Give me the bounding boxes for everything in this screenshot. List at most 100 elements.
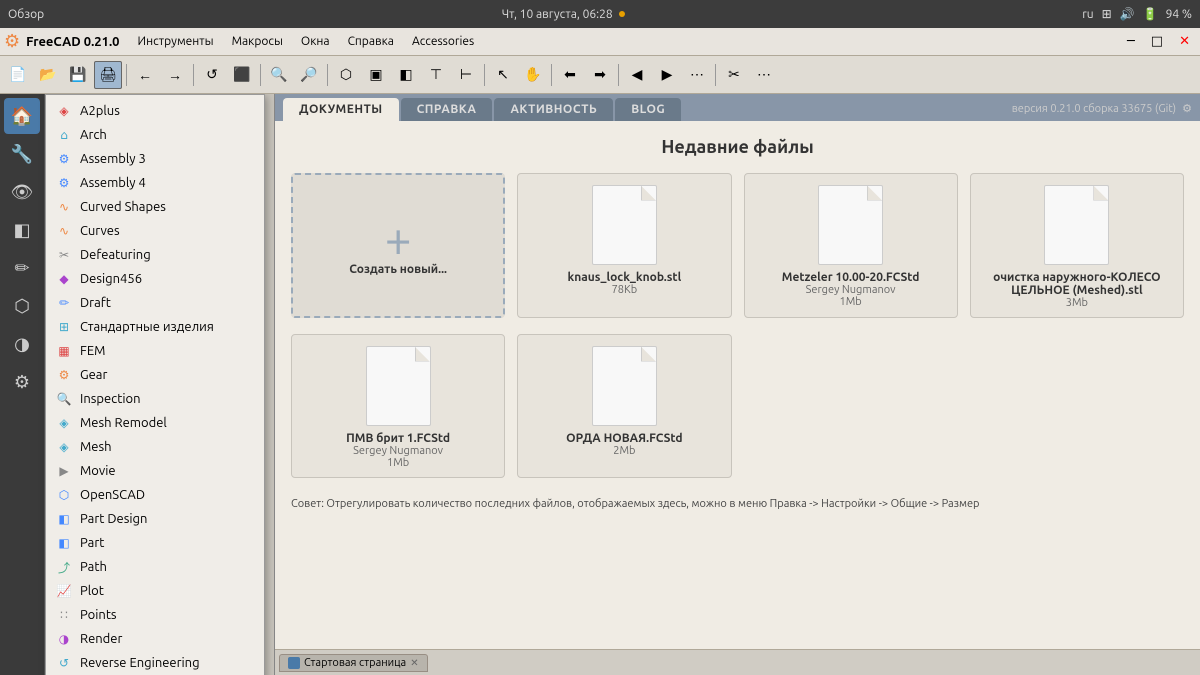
network-icon: ⊞ bbox=[1102, 7, 1112, 21]
save-btn[interactable]: 💾 bbox=[64, 61, 92, 89]
cut-btn[interactable]: ✂ bbox=[720, 61, 748, 89]
front-view-btn[interactable]: ▣ bbox=[362, 61, 390, 89]
nav-fwd-btn[interactable]: ➡ bbox=[586, 61, 614, 89]
dropdown-item-curved-shapes[interactable]: ∿ Curved Shapes bbox=[46, 195, 264, 219]
dropdown-item-part-design[interactable]: ◧ Part Design bbox=[46, 507, 264, 531]
file-meta-author-1: Sergey Nugmanov bbox=[806, 284, 896, 296]
dropdown-item-draft[interactable]: ✏ Draft bbox=[46, 291, 264, 315]
sidebar-home-icon[interactable]: 🏠 bbox=[4, 98, 40, 134]
maximize-button[interactable]: □ bbox=[1145, 32, 1169, 51]
tab-blog[interactable]: BLOG bbox=[615, 98, 681, 121]
sidebar-tools-icon[interactable]: 🔧 bbox=[4, 136, 40, 172]
open-file-btn[interactable]: 📂 bbox=[34, 61, 62, 89]
menu-macros[interactable]: Макросы bbox=[224, 33, 291, 50]
tab-documents[interactable]: ДОКУМЕНТЫ bbox=[283, 98, 399, 121]
dropdown-item-inspection[interactable]: 🔍 Inspection bbox=[46, 387, 264, 411]
file-meta-1: 1Mb bbox=[840, 296, 862, 308]
sidebar-sketch-icon[interactable]: ✏ bbox=[4, 250, 40, 286]
more-btn[interactable]: ⋯ bbox=[750, 61, 778, 89]
print-btn[interactable]: 🖨 bbox=[94, 61, 122, 89]
left-sidebar: 🏠 🔧 👁 ◧ ✏ ⬡ ◑ ⚙ bbox=[0, 94, 45, 675]
dropdown-item-assembly4[interactable]: ⚙ Assembly 4 bbox=[46, 171, 264, 195]
dropdown-item-fem[interactable]: ▦ FEM bbox=[46, 339, 264, 363]
select-btn[interactable]: ↖ bbox=[489, 61, 517, 89]
file-page-4 bbox=[592, 346, 657, 426]
separator-6 bbox=[551, 64, 552, 86]
minimize-button[interactable]: ─ bbox=[1121, 32, 1141, 51]
dropdown-item-openscad[interactable]: ⬡ OpenSCAD bbox=[46, 483, 264, 507]
dropdown-item-curves[interactable]: ∿ Curves bbox=[46, 219, 264, 243]
sidebar-settings-icon[interactable]: ⚙ bbox=[4, 364, 40, 400]
start-page-tab-close[interactable]: ✕ bbox=[410, 657, 418, 669]
tab-version: версия 0.21.0 сборка 33675 (Git) ⚙ bbox=[1012, 102, 1192, 121]
sidebar-render-icon[interactable]: ◑ bbox=[4, 326, 40, 362]
refresh-btn[interactable]: ↺ bbox=[198, 61, 226, 89]
sidebar-model-icon[interactable]: ◧ bbox=[4, 212, 40, 248]
dropdown-item-part[interactable]: ◧ Part bbox=[46, 531, 264, 555]
file-icon-4 bbox=[584, 343, 664, 428]
top-view-btn[interactable]: ⊤ bbox=[422, 61, 450, 89]
extra3-btn[interactable]: ⋯ bbox=[683, 61, 711, 89]
start-page-tab[interactable]: Стартовая страница ✕ bbox=[279, 654, 428, 672]
dropdown-item-mesh-remodel[interactable]: ◈ Mesh Remodel bbox=[46, 411, 264, 435]
dropdown-item-arch[interactable]: ⌂ Arch bbox=[46, 123, 264, 147]
menu-help[interactable]: Справка bbox=[340, 33, 402, 50]
dropdown-item-fasteners[interactable]: ⊞ Стандартные изделия bbox=[46, 315, 264, 339]
dropdown-item-render[interactable]: ◑ Render bbox=[46, 627, 264, 651]
freecad-logo-icon: ⚙ bbox=[4, 31, 20, 52]
3d-view-btn[interactable]: ⬡ bbox=[332, 61, 360, 89]
tab-activity[interactable]: АКТИВНОСТЬ bbox=[494, 98, 613, 121]
zoom-in-btn[interactable]: 🔍 bbox=[265, 61, 293, 89]
file-card-0[interactable]: knaus_lock_knob.stl 78Kb bbox=[517, 173, 731, 318]
extra2-btn[interactable]: ▶ bbox=[653, 61, 681, 89]
dropdown-item-defeaturing[interactable]: ✂ Defeaturing bbox=[46, 243, 264, 267]
dropdown-item-points[interactable]: ∷ Points bbox=[46, 603, 264, 627]
lang-label: ru bbox=[1082, 8, 1093, 21]
main-area: 🏠 🔧 👁 ◧ ✏ ⬡ ◑ ⚙ ◈ A2plus ⌂ Arch bbox=[0, 94, 1200, 675]
separator-4 bbox=[327, 64, 328, 86]
back-view-btn[interactable]: ◧ bbox=[392, 61, 420, 89]
pan-btn[interactable]: ✋ bbox=[519, 61, 547, 89]
file-card-2[interactable]: очистка наружного-КОЛЕСО ЦЕЛЬНОЕ (Meshed… bbox=[970, 173, 1184, 318]
close-button[interactable]: ✕ bbox=[1173, 32, 1196, 51]
file-icon-0 bbox=[584, 182, 664, 267]
settings-gear-icon[interactable]: ⚙ bbox=[1182, 102, 1192, 115]
file-page-3 bbox=[366, 346, 431, 426]
stop-btn[interactable]: ⬛ bbox=[228, 61, 256, 89]
redo-btn[interactable]: → bbox=[161, 61, 189, 89]
new-file-btn[interactable]: 📄 bbox=[4, 61, 32, 89]
movie-label: Movie bbox=[80, 464, 116, 478]
menu-accessories[interactable]: Accessories bbox=[404, 33, 482, 50]
movie-icon: ▶ bbox=[56, 463, 72, 479]
dropdown-item-design456[interactable]: ◆ Design456 bbox=[46, 267, 264, 291]
file-card-1[interactable]: Metzeler 10.00-20.FCStd Sergey Nugmanov … bbox=[744, 173, 958, 318]
file-meta-2: 3Mb bbox=[1066, 297, 1088, 309]
extra1-btn[interactable]: ◀ bbox=[623, 61, 651, 89]
undo-btn[interactable]: ← bbox=[131, 61, 159, 89]
sidebar-view-icon[interactable]: 👁 bbox=[4, 174, 40, 210]
zoom-out-btn[interactable]: 🔎 bbox=[295, 61, 323, 89]
menu-windows[interactable]: Окна bbox=[293, 33, 338, 50]
dropdown-item-mesh[interactable]: ◈ Mesh bbox=[46, 435, 264, 459]
fem-label: FEM bbox=[80, 344, 105, 358]
fasteners-label: Стандартные изделия bbox=[80, 320, 214, 334]
dropdown-item-assembly3[interactable]: ⚙ Assembly 3 bbox=[46, 147, 264, 171]
file-card-3[interactable]: ПМВ брит 1.FCStd Sergey Nugmanov 1Mb bbox=[291, 334, 505, 478]
new-file-card[interactable]: + Создать новый... bbox=[291, 173, 505, 318]
tab-help[interactable]: СПРАВКА bbox=[401, 98, 493, 121]
menu-instruments[interactable]: Инструменты bbox=[130, 33, 222, 50]
dropdown-item-a2plus[interactable]: ◈ A2plus bbox=[46, 99, 264, 123]
dropdown-item-gear[interactable]: ⚙ Gear bbox=[46, 363, 264, 387]
toolbar: 📄 📂 💾 🖨 ← → ↺ ⬛ 🔍 🔎 ⬡ ▣ ◧ ⊤ ⊢ ↖ ✋ ⬅ ➡ ◀ … bbox=[0, 56, 1200, 94]
file-card-4[interactable]: ОРДА НОВАЯ.FCStd 2Mb bbox=[517, 334, 731, 478]
nav-back-btn[interactable]: ⬅ bbox=[556, 61, 584, 89]
content-panel: ДОКУМЕНТЫ СПРАВКА АКТИВНОСТЬ BLOG версия… bbox=[275, 94, 1200, 675]
side-view-btn[interactable]: ⊢ bbox=[452, 61, 480, 89]
dropdown-item-reverse-eng[interactable]: ↺ Reverse Engineering bbox=[46, 651, 264, 675]
dropdown-item-plot[interactable]: 📈 Plot bbox=[46, 579, 264, 603]
sidebar-part-icon[interactable]: ⬡ bbox=[4, 288, 40, 324]
openscad-icon: ⬡ bbox=[56, 487, 72, 503]
dropdown-item-movie[interactable]: ▶ Movie bbox=[46, 459, 264, 483]
dropdown-item-path[interactable]: ⤴ Path bbox=[46, 555, 264, 579]
fem-icon: ▦ bbox=[56, 343, 72, 359]
